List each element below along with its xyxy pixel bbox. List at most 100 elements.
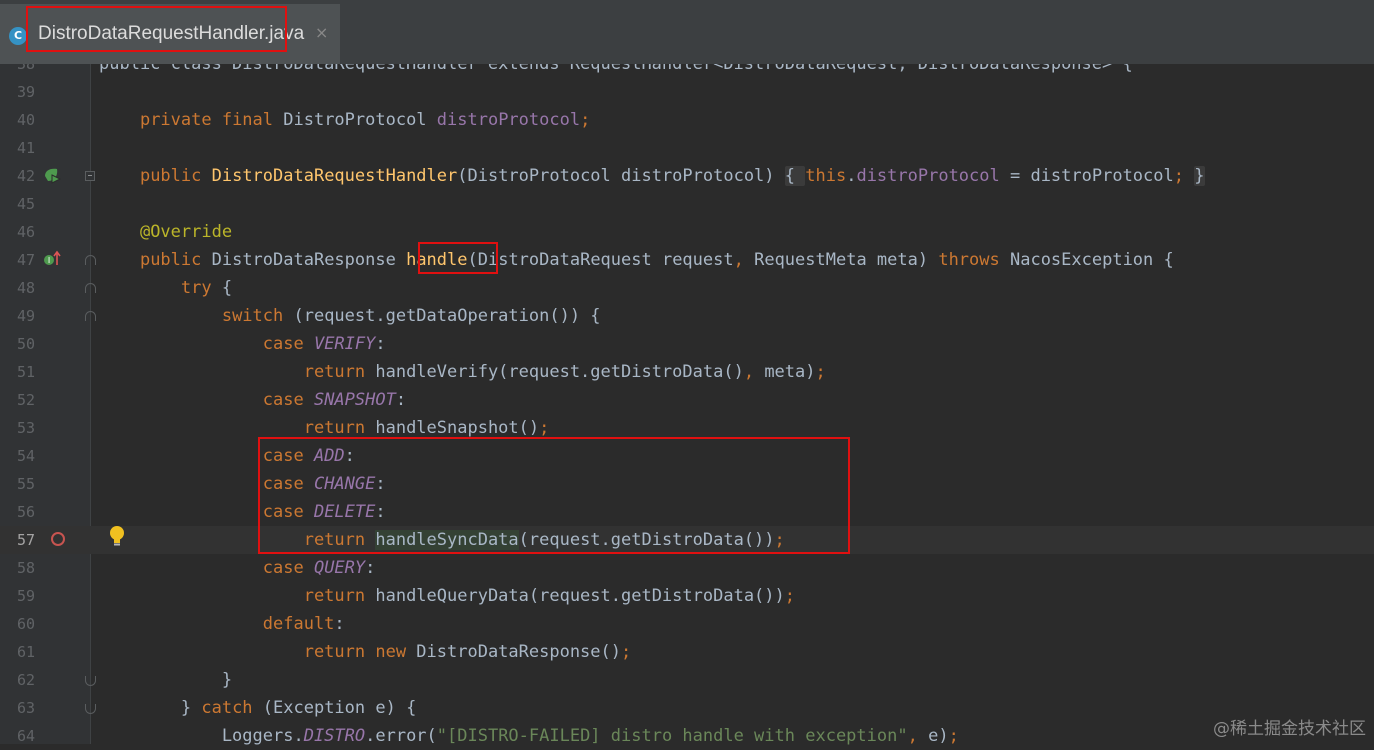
line-number[interactable]: 42 [0, 162, 35, 190]
watermark: @稀土掘金技术社区 [1213, 719, 1366, 739]
line-number[interactable]: 62 [0, 666, 35, 694]
code-line[interactable]: 46 @Override [0, 218, 1374, 246]
code-text[interactable]: switch (request.getDataOperation()) { [99, 302, 601, 330]
code-token: case [262, 474, 314, 494]
editor-tab[interactable]: C DistroDataRequestHandler.java × [0, 4, 340, 64]
code-line[interactable]: 60 default: [0, 610, 1374, 638]
line-number[interactable]: 50 [0, 330, 35, 358]
code-line[interactable]: 48 try { [0, 274, 1374, 302]
code-text[interactable]: case SNAPSHOT: [99, 386, 406, 414]
intention-bulb-icon[interactable] [108, 525, 126, 547]
implements-override-icon[interactable]: I [43, 250, 61, 268]
line-number[interactable]: 40 [0, 106, 35, 134]
bean-run-icon[interactable] [43, 166, 61, 184]
code-token: ; [580, 110, 591, 130]
code-line[interactable]: 51 return handleVerify(request.getDistro… [0, 358, 1374, 386]
code-line[interactable]: 50 case VERIFY: [0, 330, 1374, 358]
code-token: (DistroDataRequest request [467, 250, 734, 270]
line-number[interactable]: 61 [0, 638, 35, 666]
code-text[interactable]: case VERIFY: [99, 330, 386, 358]
code-text[interactable]: case CHANGE: [99, 470, 386, 498]
code-text[interactable]: try { [99, 274, 232, 302]
line-number[interactable]: 55 [0, 470, 35, 498]
code-text[interactable]: } [99, 666, 232, 694]
code-token: return [303, 418, 376, 438]
line-number[interactable]: 46 [0, 218, 35, 246]
java-class-icon: C [9, 27, 27, 45]
code-line[interactable]: 39 [0, 78, 1374, 106]
code-token: : [344, 446, 355, 466]
code-text[interactable]: private final DistroProtocol distroProto… [99, 106, 590, 134]
code-text[interactable]: return handleVerify(request.getDistroDat… [99, 358, 826, 386]
breakpoint-icon[interactable] [51, 532, 65, 546]
line-number[interactable]: 59 [0, 582, 35, 610]
line-number[interactable]: 45 [0, 190, 35, 218]
code-token: , [743, 362, 765, 382]
code-token: e) [928, 726, 949, 746]
code-token: return new [303, 642, 417, 662]
code-token: : [375, 334, 386, 354]
code-text[interactable]: return handleSyncData(request.getDistroD… [99, 526, 785, 554]
code-line[interactable]: 40 private final DistroProtocol distroPr… [0, 106, 1374, 134]
code-line[interactable]: 64 Loggers.DISTRO.error("[DISTRO-FAILED]… [0, 722, 1374, 750]
code-text[interactable]: return new DistroDataResponse(); [99, 638, 632, 666]
code-line[interactable]: 59 return handleQueryData(request.getDis… [0, 582, 1374, 610]
line-number[interactable]: 54 [0, 442, 35, 470]
code-line[interactable]: 42 public DistroDataRequestHandler(Distr… [0, 162, 1374, 190]
line-number[interactable]: 49 [0, 302, 35, 330]
fold-toggle-icon[interactable] [85, 171, 95, 181]
code-line[interactable]: 57 return handleSyncData(request.getDist… [0, 526, 1374, 554]
line-number[interactable]: 48 [0, 274, 35, 302]
code-line[interactable]: 47 public DistroDataResponse handle(Dist… [0, 246, 1374, 274]
code-line[interactable]: 41 [0, 134, 1374, 162]
code-token: ; [784, 586, 796, 606]
code-text[interactable]: public DistroDataRequestHandler(DistroPr… [99, 162, 1205, 190]
line-number[interactable]: 39 [0, 78, 35, 106]
line-number[interactable]: 57 [0, 526, 35, 554]
code-line[interactable]: 58 case QUERY: [0, 554, 1374, 582]
code-text[interactable]: case QUERY: [99, 554, 376, 582]
code-token: : [395, 390, 407, 410]
code-text[interactable]: case DELETE: [99, 498, 386, 526]
close-icon[interactable]: × [315, 23, 328, 42]
code-text[interactable]: return handleSnapshot(); [99, 414, 550, 442]
code-line[interactable]: 52 case SNAPSHOT: [0, 386, 1374, 414]
code-text[interactable]: case ADD: [99, 442, 355, 470]
code-token: DistroDataResponse [211, 250, 407, 270]
fold-toggle-icon[interactable] [85, 255, 96, 265]
code-line[interactable]: 45 [0, 190, 1374, 218]
code-line[interactable]: 56 case DELETE: [0, 498, 1374, 526]
code-text[interactable]: Loggers.DISTRO.error("[DISTRO-FAILED] di… [99, 722, 959, 750]
tab-title[interactable]: DistroDataRequestHandler.java [38, 23, 304, 45]
code-text[interactable]: public DistroDataResponse handle(DistroD… [99, 246, 1174, 274]
line-number[interactable]: 63 [0, 694, 35, 722]
code-text[interactable]: return handleQueryData(request.getDistro… [99, 582, 795, 610]
line-number[interactable]: 41 [0, 134, 35, 162]
code-line[interactable]: 63 } catch (Exception e) { [0, 694, 1374, 722]
code-line[interactable]: 54 case ADD: [0, 442, 1374, 470]
code-text[interactable]: } catch (Exception e) { [99, 694, 416, 722]
line-number[interactable]: 47 [0, 246, 35, 274]
line-number[interactable]: 64 [0, 722, 35, 750]
fold-toggle-icon[interactable] [85, 311, 96, 321]
line-number[interactable]: 53 [0, 414, 35, 442]
line-number[interactable]: 56 [0, 498, 35, 526]
code-text[interactable]: default: [99, 610, 345, 638]
line-number[interactable]: 51 [0, 358, 35, 386]
code-line[interactable]: 62 } [0, 666, 1374, 694]
line-number[interactable]: 58 [0, 554, 35, 582]
code-token: RequestMeta meta) [754, 250, 939, 270]
code-line[interactable]: 55 case CHANGE: [0, 470, 1374, 498]
line-number[interactable]: 52 [0, 386, 35, 414]
code-line[interactable]: 53 return handleSnapshot(); [0, 414, 1374, 442]
code-text[interactable]: @Override [99, 218, 232, 246]
code-line[interactable]: 61 return new DistroDataResponse(); [0, 638, 1374, 666]
code-token: distroProtocol [856, 166, 1000, 186]
code-line[interactable]: 49 switch (request.getDataOperation()) { [0, 302, 1374, 330]
line-number[interactable]: 60 [0, 610, 35, 638]
fold-toggle-icon[interactable] [85, 283, 96, 293]
